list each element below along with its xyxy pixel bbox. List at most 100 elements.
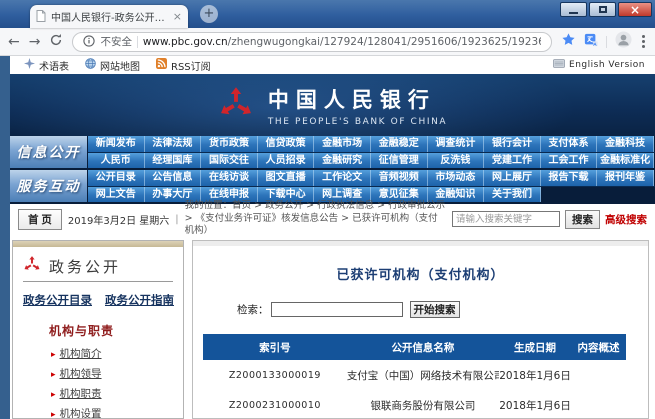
table-row[interactable]: Z2000231000010 银联商务股份有限公司 2018年1月6日 [203,390,626,419]
nav-item[interactable]: 银行会计 [484,136,541,152]
nav-item[interactable]: 工作论文 [314,170,371,186]
site-search-input[interactable] [452,211,560,227]
bullet-triangle-icon [51,388,60,400]
nav-item[interactable]: 调查统计 [428,136,485,152]
nav-item[interactable]: 报告下载 [541,170,598,186]
page-background: 术语表 网站地图 RSS订阅 English Version [0,56,655,419]
nav-item[interactable]: 经理国库 [145,153,202,168]
nav-item[interactable]: 公告信息 [145,170,202,186]
glossary-link[interactable]: 术语表 [24,58,69,73]
translate-icon[interactable] [584,32,598,51]
sitemap-link[interactable]: 网站地图 [85,58,140,73]
nav-item[interactable]: 货币政策 [201,136,258,152]
nav-item[interactable]: 人民币 [88,153,145,168]
new-tab-button[interactable]: + [200,5,218,23]
sidebar-item[interactable]: 机构职责 [51,385,173,405]
profile-avatar-icon[interactable] [615,31,632,52]
globe-icon [85,58,96,72]
main-panel: 已获许可机构（支付机构） 检索： 开始搜索 索引号 公开信息名称 生成日期 内容… [192,240,649,419]
nav-item[interactable]: 信贷政策 [258,136,315,152]
nav-item[interactable]: 图文直播 [258,170,315,186]
nav-item[interactable]: 新闻发布 [88,136,145,152]
sidebar-item[interactable]: 机构设置 [51,405,173,419]
table-row[interactable]: Z2000133000019 支付宝（中国）网络技术有限公司 2018年1月6日 [203,360,626,390]
nav-item[interactable]: 反洗钱 [428,153,485,168]
browser-menu-icon[interactable] [640,35,647,48]
retrieval-input[interactable] [271,302,403,317]
cell-index: Z2000231000010 [203,390,347,419]
window-close-button[interactable] [618,2,652,17]
nav-item[interactable]: 关于我们 [484,187,541,202]
header-date: 生成日期 [499,334,571,360]
nav-item[interactable]: 网上文告 [88,187,145,202]
bullet-triangle-icon [51,368,60,380]
sidebar-link-catalog[interactable]: 政务公开目录 [23,292,92,308]
sidebar-item[interactable]: 机构领导 [51,365,173,385]
tab-title: 中国人民银行-政务公开-行政执... [51,9,168,24]
breadcrumb-bar: 首 页 2019年3月2日 星期六 | 我的位置：首页 > 政务公开 > 行政执… [10,204,655,234]
nav-item[interactable]: 工会工作 [541,153,598,168]
breadcrumb[interactable]: 我的位置：首页 > 政务公开 > 行政执法信息 > 行政审批公示 > 《支付业务… [185,200,446,238]
nav-item[interactable]: 在线访谈 [201,170,258,186]
url-text[interactable]: www.pbc.gov.cn/zhengwugongkai/127924/128… [143,36,541,48]
home-button[interactable]: 首 页 [18,209,62,230]
info-icon[interactable] [83,32,95,51]
site-search-button[interactable]: 搜索 [565,210,600,229]
nav-item[interactable]: 音频视频 [371,170,428,186]
bank-name-en: THE PEOPLE'S BANK OF CHINA [268,117,447,127]
browser-toolbar: ← → 不安全 www.pbc.gov.cn/zhengwugongkai/12… [0,28,655,56]
results-table: 索引号 公开信息名称 生成日期 内容概述 Z2000133000019 支付宝（… [203,334,626,419]
bookmark-star-icon[interactable] [561,32,576,51]
pbc-logo-icon [218,85,254,125]
address-bar[interactable]: 不安全 www.pbc.gov.cn/zhengwugongkai/127924… [72,32,552,52]
table-header-row: 索引号 公开信息名称 生成日期 内容概述 [203,334,626,360]
nav-item[interactable]: 市场动态 [428,170,485,186]
nav-item[interactable]: 党建工作 [484,153,541,168]
advanced-search-link[interactable]: 高级搜索 [605,212,647,227]
retrieval-label: 检索： [237,302,269,317]
cell-name[interactable]: 支付宝（中国）网络技术有限公司 [347,360,499,390]
browser-tab[interactable]: 中国人民银行-政务公开-行政执... × [30,5,188,28]
sidebar-link-guide[interactable]: 政务公开指南 [105,292,174,308]
bullet-triangle-icon [51,348,60,360]
nav-item[interactable]: 征信管理 [371,153,428,168]
forward-button[interactable]: → [29,35,41,49]
window-maximize-button[interactable] [589,2,616,17]
address-divider [137,36,138,48]
cell-date: 2018年1月6日 [499,390,571,419]
nav-item[interactable]: 国际交往 [201,153,258,168]
nav-item[interactable]: 金融市场 [314,136,371,152]
nav-item[interactable]: 支付体系 [541,136,598,152]
refresh-button[interactable] [49,32,63,51]
cell-summary [571,390,626,419]
rss-icon [156,58,167,72]
browser-titlebar: 中国人民银行-政务公开-行政执... × + [0,0,655,28]
nav-item[interactable]: 报刊年鉴 [597,170,654,186]
window-minimize-button[interactable] [560,2,587,17]
nav-item[interactable]: 人员招录 [258,153,315,168]
toolbar-divider [606,36,607,48]
english-version-link[interactable]: English Version [553,59,645,71]
security-badge[interactable]: 不安全 [100,34,132,49]
cell-name[interactable]: 银联商务股份有限公司 [347,390,499,419]
nav-item[interactable]: 法律法规 [145,136,202,152]
sidebar-item[interactable]: 机构简介 [51,345,173,365]
rss-link[interactable]: RSS订阅 [156,58,211,73]
site-masthead: 中国人民银行 THE PEOPLE'S BANK OF CHINA [10,74,655,136]
back-button[interactable]: ← [8,35,20,49]
nav-item[interactable]: 金融研究 [314,153,371,168]
nav-item[interactable]: 网上展厅 [484,170,541,186]
date-text: 2019年3月2日 星期六 [68,212,169,227]
start-search-button[interactable]: 开始搜索 [410,301,460,318]
nav-item[interactable]: 公开目录 [88,170,145,186]
nav-item[interactable]: 金融科技 [597,136,654,152]
nav-item[interactable]: 金融标准化 [597,153,654,168]
nav-item[interactable]: 金融稳定 [371,136,428,152]
sidebar: 政务公开 政务公开目录 政务公开指南 机构与职责 机构简介 机构领导 机构职责 … [12,240,184,419]
separator: | [175,214,178,225]
main-navigation: 信息公开 新闻发布法律法规货币政策信贷政策金融市场金融稳定调查统计银行会计支付体… [10,136,655,204]
tab-close-icon[interactable]: × [173,11,182,22]
bullet-triangle-icon [51,408,60,419]
cell-summary [571,360,626,390]
bank-name-cn: 中国人民银行 [268,84,447,114]
